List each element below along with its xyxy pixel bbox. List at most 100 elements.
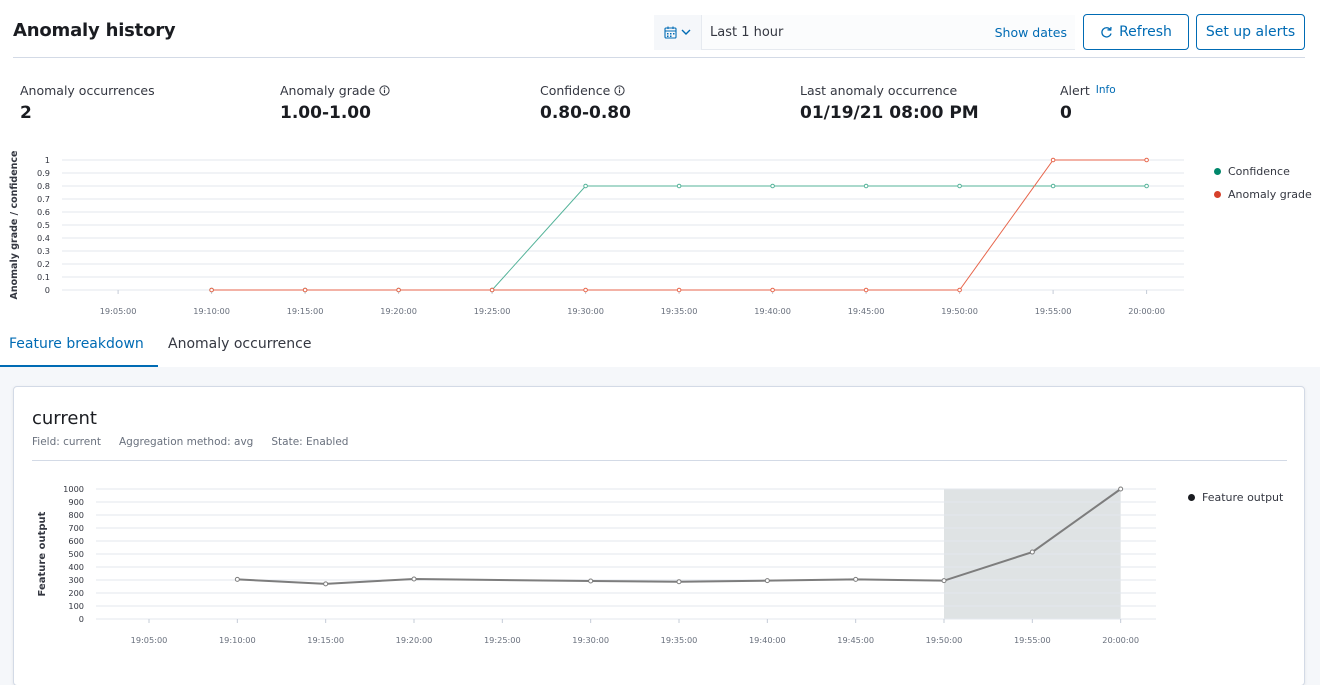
x-tick-label: 19:05:00 bbox=[131, 635, 168, 645]
feature-chart-legend: Feature output bbox=[1188, 486, 1283, 509]
y-tick-label: 900 bbox=[68, 497, 84, 507]
legend-item-feature-output[interactable]: Feature output bbox=[1188, 486, 1283, 509]
date-range-text[interactable]: Last 1 hour bbox=[702, 25, 995, 40]
x-tick-label: 19:50:00 bbox=[926, 635, 963, 645]
x-tick-label: 19:45:00 bbox=[848, 306, 885, 316]
header-divider bbox=[13, 57, 1305, 58]
x-tick-label: 19:30:00 bbox=[567, 306, 604, 316]
legend-item-anomaly-grade[interactable]: Anomaly grade bbox=[1214, 183, 1312, 206]
stat-label: Confidence bbox=[540, 82, 611, 98]
data-point bbox=[1050, 157, 1056, 163]
data-point bbox=[770, 287, 775, 293]
y-tick-label: 800 bbox=[68, 510, 84, 520]
stat-confidence: Confidence 0.80-0.80 bbox=[540, 80, 631, 124]
anomaly-grade-confidence-chart: 0 0.1 0.2 0.3 0.4 0.5 0.6 0.7 0.8 0.9 1 19:05:00 19:… bbox=[9, 151, 1184, 316]
y-tick-label: 0.2 bbox=[37, 259, 50, 269]
info-icon[interactable] bbox=[379, 84, 390, 96]
x-tick-label: 19:35:00 bbox=[661, 635, 698, 645]
x-tick-label: 19:10:00 bbox=[219, 635, 256, 645]
feature-state: State: Enabled bbox=[271, 436, 349, 448]
tab-anomaly-occurrence[interactable]: Anomaly occurrence bbox=[168, 336, 311, 367]
y-tick-label: 0.1 bbox=[37, 272, 50, 282]
stat-value: 2 bbox=[20, 103, 32, 123]
feature-meta: Field: current Aggregation method: avg S… bbox=[32, 436, 348, 448]
stat-last-anomaly-occurrence: Last anomaly occurrence 01/19/21 08:00 P… bbox=[800, 80, 979, 124]
data-point bbox=[863, 183, 869, 189]
tab-feature-breakdown[interactable]: Feature breakdown bbox=[0, 336, 158, 367]
y-tick-label: 200 bbox=[68, 588, 84, 598]
data-point bbox=[1144, 157, 1149, 163]
stat-label-row: Alert Info bbox=[1060, 80, 1116, 100]
chevron-down-icon bbox=[681, 29, 691, 35]
legend-label: Confidence bbox=[1228, 165, 1290, 178]
data-point bbox=[583, 287, 588, 293]
set-up-alerts-button[interactable]: Set up alerts bbox=[1196, 14, 1305, 50]
data-point bbox=[676, 287, 682, 293]
data-point bbox=[853, 576, 859, 582]
x-tick-label: 19:10:00 bbox=[193, 306, 230, 316]
x-tick-label: 19:30:00 bbox=[572, 635, 609, 645]
stat-value: 0.80-0.80 bbox=[540, 103, 631, 123]
y-axis-label: Feature output bbox=[37, 511, 48, 596]
data-point bbox=[583, 183, 588, 189]
stat-label: Anomaly grade bbox=[280, 82, 376, 98]
data-point bbox=[489, 287, 495, 293]
stat-label-row: Anomaly grade bbox=[280, 80, 390, 100]
stat-value: 1.00-1.00 bbox=[280, 103, 371, 123]
data-point bbox=[1118, 486, 1124, 492]
x-tick-label: 19:40:00 bbox=[749, 635, 786, 645]
x-tick-label: 19:35:00 bbox=[661, 306, 698, 316]
x-tick-label: 19:25:00 bbox=[484, 635, 521, 645]
x-tick-label: 19:20:00 bbox=[396, 635, 433, 645]
data-point bbox=[1050, 183, 1056, 189]
page-header: Anomaly history Last 1 hour Show dates R… bbox=[0, 0, 1320, 60]
y-tick-label: 1 bbox=[45, 155, 50, 165]
x-tick-label: 19:15:00 bbox=[307, 635, 344, 645]
x-tick-label: 19:25:00 bbox=[474, 306, 511, 316]
page-title: Anomaly history bbox=[13, 20, 176, 41]
info-icon[interactable] bbox=[614, 84, 625, 96]
x-tick-label: 19:15:00 bbox=[287, 306, 324, 316]
legend-label: Feature output bbox=[1202, 491, 1284, 504]
y-tick-label: 0.4 bbox=[37, 233, 50, 243]
tabs-bar: Feature breakdown Anomaly occurrence bbox=[0, 330, 1320, 367]
data-point bbox=[411, 576, 417, 582]
stat-alert: Alert Info 0 bbox=[1060, 80, 1116, 124]
data-point bbox=[676, 579, 682, 585]
feature-title: current bbox=[32, 408, 97, 429]
y-tick-label: 700 bbox=[68, 523, 84, 533]
set-up-alerts-label: Set up alerts bbox=[1205, 24, 1296, 40]
feature-field: Field: current bbox=[32, 436, 101, 448]
refresh-button[interactable]: Refresh bbox=[1083, 14, 1189, 50]
y-tick-label: 300 bbox=[68, 575, 84, 585]
data-point bbox=[941, 578, 947, 584]
y-axis-label: Anomaly grade / confidence bbox=[9, 151, 20, 300]
data-point bbox=[323, 581, 329, 587]
anomaly-chart-legend: Confidence Anomaly grade bbox=[1214, 160, 1312, 206]
data-point bbox=[396, 287, 401, 293]
quick-menu-button[interactable] bbox=[654, 14, 702, 50]
refresh-label: Refresh bbox=[1119, 24, 1172, 40]
refresh-icon bbox=[1101, 26, 1112, 38]
legend-dot bbox=[1214, 168, 1221, 175]
feature-aggregation: Aggregation method: avg bbox=[119, 436, 254, 448]
stat-anomaly-grade: Anomaly grade 1.00-1.00 bbox=[280, 80, 390, 123]
data-point bbox=[957, 183, 962, 189]
data-point bbox=[957, 287, 962, 293]
legend-item-confidence[interactable]: Confidence bbox=[1214, 160, 1312, 183]
x-tick-label: 19:55:00 bbox=[1014, 635, 1051, 645]
stat-value: 01/19/21 08:00 PM bbox=[800, 103, 979, 123]
x-tick-label: 19:20:00 bbox=[380, 306, 417, 316]
stat-label: Alert bbox=[1060, 82, 1090, 98]
y-tick-label: 600 bbox=[68, 536, 84, 546]
alert-info-link[interactable]: Info bbox=[1096, 84, 1116, 96]
data-point bbox=[764, 578, 770, 584]
feature-output-chart: 0 100 200 300 400 500 600 700 800 900 1000 19:05:00… bbox=[37, 484, 1156, 645]
y-tick-label: 0.5 bbox=[37, 220, 50, 230]
calendar-icon bbox=[664, 26, 677, 39]
y-tick-label: 400 bbox=[68, 562, 84, 572]
show-dates-link[interactable]: Show dates bbox=[995, 25, 1075, 40]
y-tick-label: 0 bbox=[45, 285, 50, 295]
data-point bbox=[863, 287, 869, 293]
x-tick-label: 20:00:00 bbox=[1128, 306, 1165, 316]
